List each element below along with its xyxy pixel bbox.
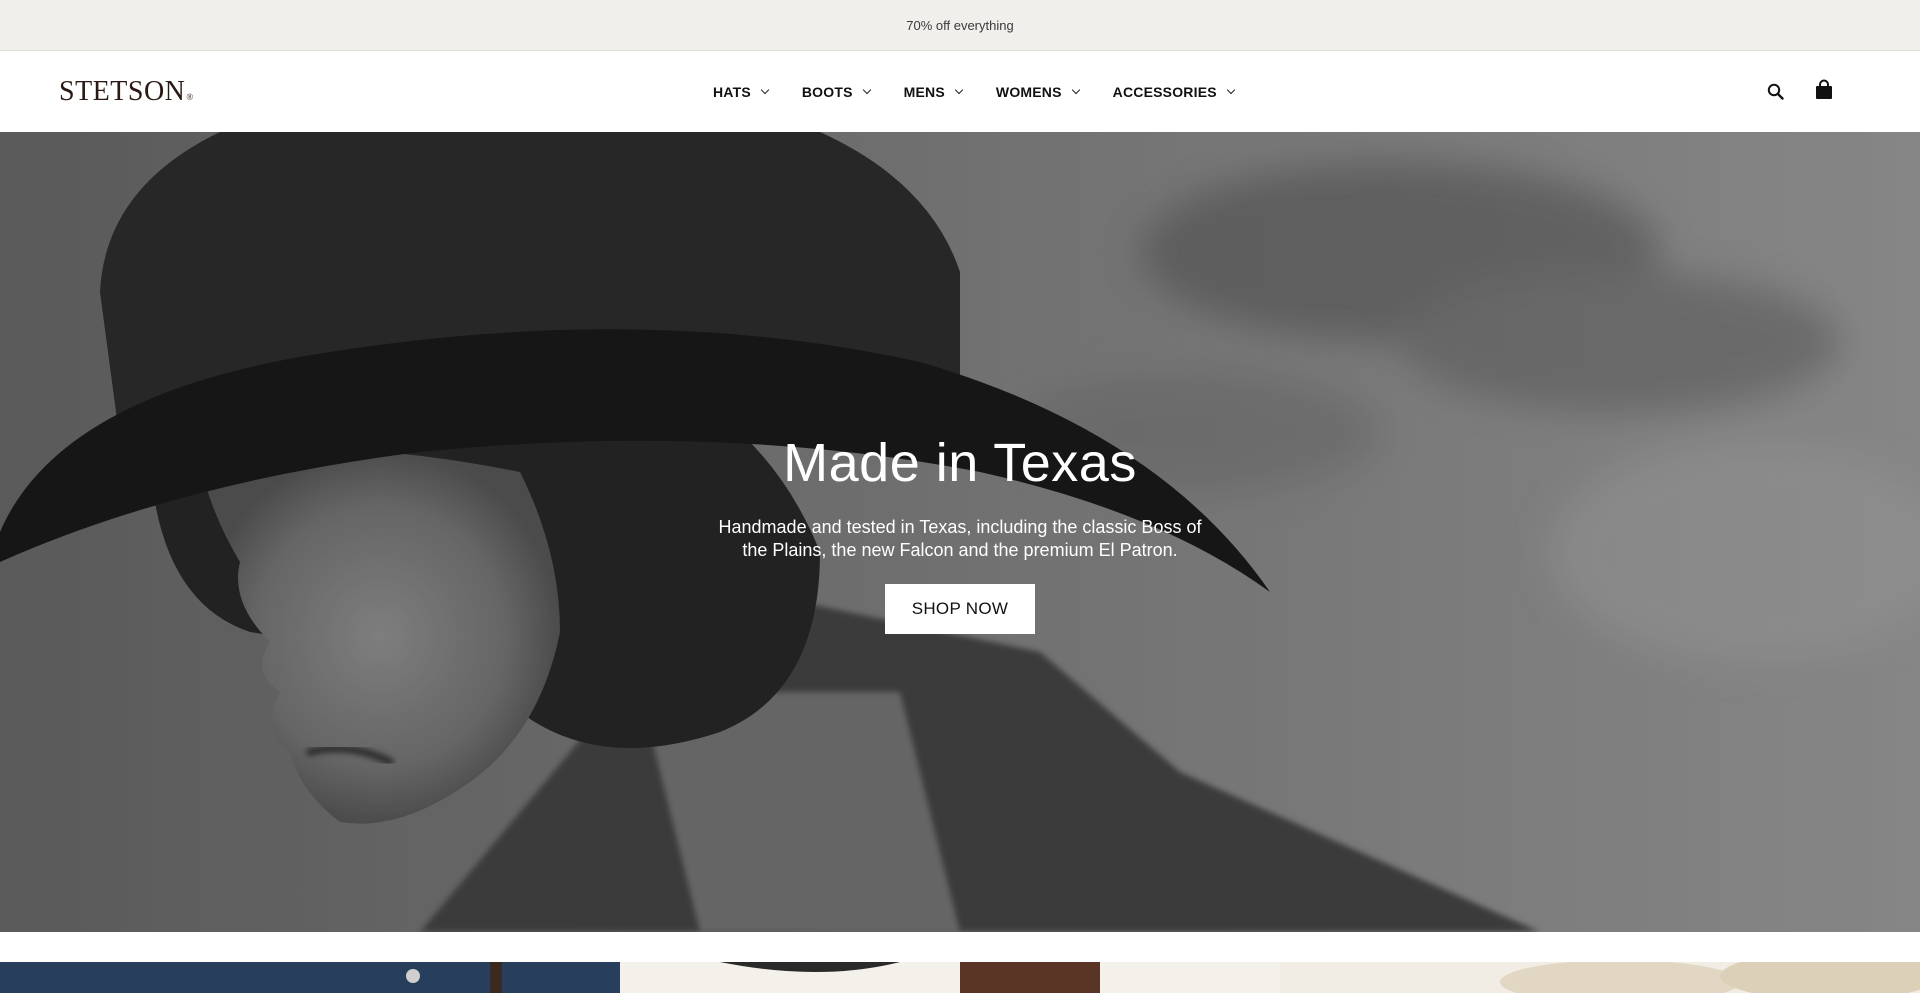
nav-item-label: HATS	[713, 83, 751, 100]
site-header: STETSON® HATS BOOTS MENS WOMENS ACCESSOR…	[0, 51, 1920, 132]
collection-tiles-preview	[0, 962, 1920, 993]
search-icon	[1767, 83, 1784, 100]
nav-item-label: BOOTS	[801, 83, 853, 100]
nav-item-label: WOMENS	[995, 83, 1062, 100]
collection-tiles-image	[0, 962, 1920, 993]
nav-item-label: ACCESSORIES	[1112, 83, 1217, 100]
logo-registered-mark: ®	[186, 92, 194, 102]
nav-item-hats[interactable]: HATS	[713, 83, 770, 100]
logo-text: STETSON	[59, 76, 186, 107]
search-button[interactable]	[1766, 82, 1786, 102]
hero-content: Made in Texas Handmade and tested in Tex…	[0, 132, 1920, 932]
stetson-logo[interactable]: STETSON®	[59, 75, 194, 114]
cart-button[interactable]	[1813, 79, 1835, 101]
chevron-down-icon	[1071, 85, 1080, 95]
hero-subtitle: Handmade and tested in Texas, including …	[718, 517, 1202, 560]
hero-title: Made in Texas	[783, 433, 1137, 493]
chevron-down-icon	[954, 85, 964, 95]
chevron-down-icon	[862, 85, 871, 95]
chevron-down-icon	[1226, 85, 1236, 95]
announcement-bar: 70% off everything	[0, 0, 1920, 51]
nav-item-womens[interactable]: WOMENS	[995, 83, 1080, 100]
nav-item-label: MENS	[903, 83, 945, 100]
shopping-bag-icon	[1816, 79, 1832, 99]
shop-now-button[interactable]: SHOP NOW	[885, 584, 1035, 634]
main-nav: HATS BOOTS MENS WOMENS ACCESSORIES	[713, 51, 1236, 132]
nav-item-mens[interactable]: MENS	[903, 83, 964, 100]
announcement-text: 70% off everything	[906, 17, 1014, 33]
nav-item-boots[interactable]: BOOTS	[801, 83, 871, 100]
chevron-down-icon	[760, 85, 770, 95]
nav-item-accessories[interactable]: ACCESSORIES	[1112, 83, 1236, 100]
hero-banner: Made in Texas Handmade and tested in Tex…	[0, 132, 1920, 932]
